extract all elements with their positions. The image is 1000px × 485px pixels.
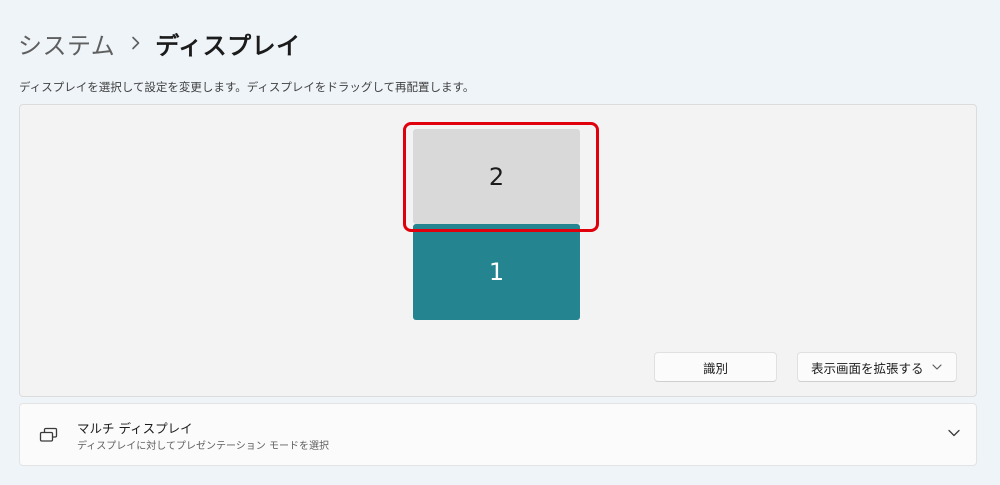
display-mode-dropdown[interactable]: 表示画面を拡張する bbox=[797, 352, 957, 382]
monitor-1[interactable]: 1 bbox=[413, 224, 580, 320]
multi-display-subtitle: ディスプレイに対してプレゼンテーション モードを選択 bbox=[77, 441, 329, 452]
display-mode-value: 表示画面を拡張する bbox=[811, 360, 924, 376]
monitor-2[interactable]: 2 bbox=[413, 129, 580, 224]
chevron-down-icon bbox=[932, 364, 942, 370]
identify-button[interactable]: 識別 bbox=[654, 352, 777, 382]
breadcrumb-system-link[interactable]: システム bbox=[18, 26, 115, 61]
monitor-1-label: 1 bbox=[488, 258, 505, 286]
chevron-down-icon[interactable] bbox=[948, 429, 960, 437]
multi-display-expander[interactable]: マルチ ディスプレイ ディスプレイに対してプレゼンテーション モードを選択 bbox=[19, 403, 977, 466]
chevron-right-icon bbox=[131, 36, 141, 50]
multi-display-title: マルチ ディスプレイ bbox=[77, 421, 193, 436]
monitor-2-label: 2 bbox=[488, 162, 505, 191]
breadcrumb: システム ディスプレイ bbox=[18, 24, 301, 62]
display-arrangement-panel: 2 1 識別 表示画面を拡張する bbox=[19, 104, 977, 397]
identify-button-label: 識別 bbox=[702, 360, 728, 376]
multiple-displays-icon bbox=[38, 426, 60, 444]
arrangement-description: ディスプレイを選択して設定を変更します。ディスプレイをドラッグして再配置します。 bbox=[19, 80, 475, 94]
page-title: ディスプレイ bbox=[155, 31, 301, 60]
